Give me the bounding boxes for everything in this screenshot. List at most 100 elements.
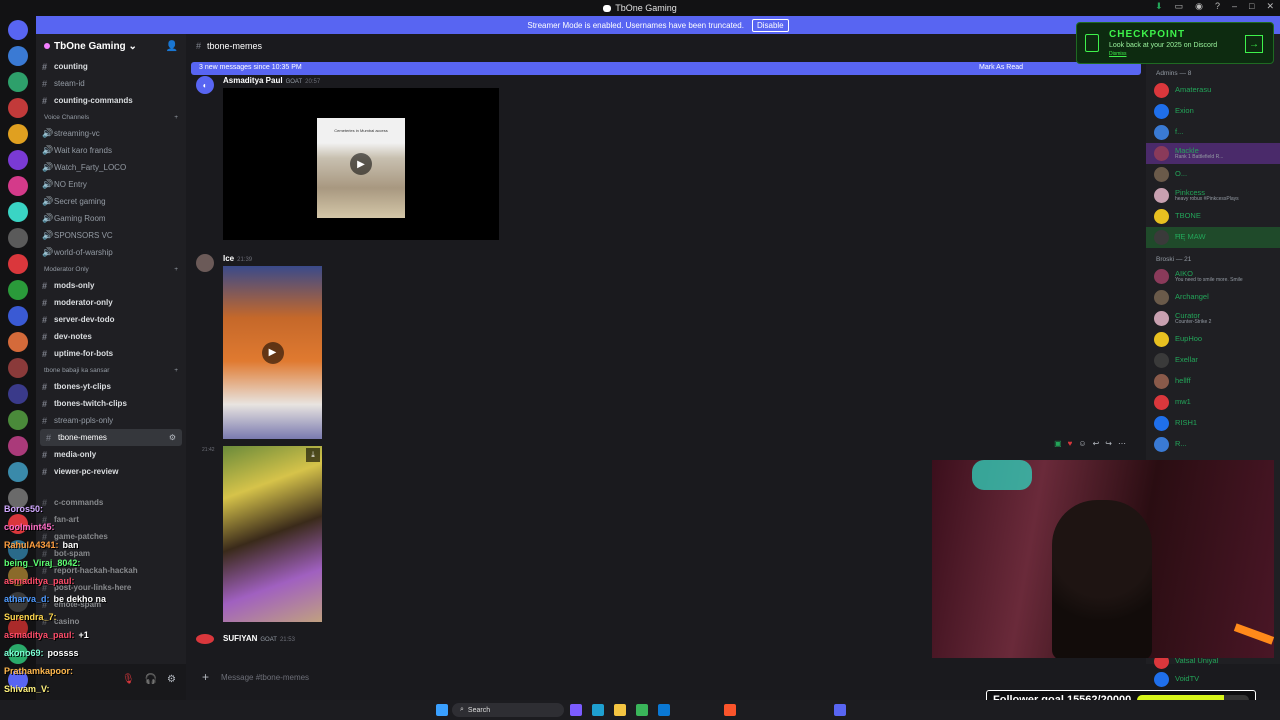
- member-item[interactable]: Pinkcess heavy robux #PinkcessPlays: [1146, 185, 1280, 206]
- reply-icon[interactable]: ↩: [1093, 439, 1100, 448]
- app-icon-chrome[interactable]: [636, 704, 648, 716]
- channel-item[interactable]: # tbones-twitch-clips: [36, 395, 186, 412]
- member-item[interactable]: Amaterasu: [1146, 80, 1280, 101]
- heart-icon[interactable]: ♥: [1068, 439, 1073, 448]
- reaction-icon[interactable]: ▣: [1054, 439, 1062, 448]
- channel-settings-icon[interactable]: ⚙: [169, 433, 176, 442]
- voice-channel[interactable]: 🔊 Watch_Farty_LOCO: [36, 159, 186, 176]
- member-item[interactable]: Archangel: [1146, 287, 1280, 308]
- channel-item[interactable]: # counting: [36, 58, 186, 75]
- channel-item[interactable]: # server-dev-todo: [36, 311, 186, 328]
- server-icon[interactable]: [8, 358, 28, 378]
- app-icon-explorer[interactable]: [614, 704, 626, 716]
- member-item[interactable]: mw1: [1146, 392, 1280, 413]
- server-icon[interactable]: [8, 46, 28, 66]
- minimize-icon[interactable]: –: [1232, 1, 1237, 12]
- member-item[interactable]: ĦĘ MAW: [1146, 227, 1280, 248]
- member-item[interactable]: Curator Counter-Strike 2: [1146, 308, 1280, 329]
- member-item[interactable]: AIKO You need to smile more. Smile: [1146, 266, 1280, 287]
- plus-icon[interactable]: +: [174, 367, 178, 374]
- video-embed[interactable]: Cemeteries in Mumbai access ▶: [223, 88, 499, 240]
- voice-channel[interactable]: 🔊 Secret gaming: [36, 193, 186, 210]
- avatar[interactable]: [196, 254, 214, 272]
- server-header[interactable]: TbOne Gaming ⌄ 👤: [36, 34, 186, 58]
- channel-item[interactable]: # moderator-only: [36, 294, 186, 311]
- message-input[interactable]: Message #tbone-memes: [221, 673, 309, 682]
- message-author[interactable]: Asmaditya Paul GOAT 20:57: [223, 76, 320, 85]
- app-icon-edge[interactable]: [592, 704, 604, 716]
- member-item[interactable]: R...: [1146, 434, 1280, 455]
- channel-item[interactable]: # steam-id: [36, 75, 186, 92]
- voice-channel[interactable]: 🔊 Gaming Room: [36, 210, 186, 227]
- server-icon[interactable]: [8, 228, 28, 248]
- member-item[interactable]: TBONE: [1146, 206, 1280, 227]
- server-icon[interactable]: [8, 436, 28, 456]
- member-item[interactable]: O...: [1146, 164, 1280, 185]
- channel-item[interactable]: # tbones-yt-clips: [36, 378, 186, 395]
- server-icon[interactable]: [8, 462, 28, 482]
- maximize-icon[interactable]: □: [1249, 1, 1254, 12]
- emoji-icon[interactable]: ☺: [1078, 439, 1086, 448]
- server-icon[interactable]: [8, 176, 28, 196]
- channel-item[interactable]: # media-only: [36, 446, 186, 463]
- member-item[interactable]: f...: [1146, 122, 1280, 143]
- inbox-icon[interactable]: ⬇: [1155, 1, 1163, 12]
- voice-channel[interactable]: 🔊 NO Entry: [36, 176, 186, 193]
- author-name[interactable]: Asmaditya Paul: [223, 76, 283, 85]
- download-icon[interactable]: ⤓: [306, 448, 320, 462]
- server-icon[interactable]: [8, 98, 28, 118]
- server-icon[interactable]: [8, 124, 28, 144]
- voice-channel[interactable]: 🔊 Wait karo frands: [36, 142, 186, 159]
- channel-item[interactable]: # tbone-memes ⚙: [40, 429, 182, 446]
- more-icon[interactable]: ⋯: [1118, 439, 1126, 448]
- server-icon[interactable]: [8, 410, 28, 430]
- category-voice-channels[interactable]: Voice Channels +: [36, 109, 186, 125]
- category-moderator-only[interactable]: Moderator Only +: [36, 261, 186, 277]
- app-icon-copilot[interactable]: [570, 704, 582, 716]
- author-name[interactable]: SUFIYAN: [223, 634, 257, 643]
- app-icon-store[interactable]: [658, 704, 670, 716]
- channel-item[interactable]: # dev-notes: [36, 328, 186, 345]
- new-messages-bar[interactable]: 3 new messages since 10:35 PM Mark As Re…: [191, 62, 1141, 75]
- server-icon[interactable]: [8, 306, 28, 326]
- message-composer[interactable]: + Message #tbone-memes: [194, 666, 1139, 688]
- member-item[interactable]: VoidTV: [1146, 670, 1280, 688]
- voice-channel[interactable]: 🔊 world-of-warship: [36, 244, 186, 261]
- add-member-icon[interactable]: 👤: [166, 41, 178, 52]
- member-item[interactable]: Exion: [1146, 101, 1280, 122]
- avatar[interactable]: ◐: [196, 76, 214, 94]
- mark-as-read-button[interactable]: Mark As Read: [979, 64, 1023, 73]
- message-author[interactable]: SUFIYAN GOAT 21:53: [223, 634, 295, 643]
- member-item[interactable]: Mackle Rank 1 Battlefield R...: [1146, 143, 1280, 164]
- author-name[interactable]: Ice: [223, 254, 234, 263]
- taskbar-search[interactable]: ⌕ Search: [452, 703, 564, 717]
- member-item[interactable]: EupHoo: [1146, 329, 1280, 350]
- play-button[interactable]: ▶: [261, 341, 284, 364]
- member-item[interactable]: RISH1: [1146, 413, 1280, 434]
- avatar[interactable]: [196, 634, 214, 644]
- checkpoint-promo[interactable]: CHECKPOINT Look back at your 2025 on Dis…: [1076, 22, 1274, 64]
- server-icon[interactable]: [8, 150, 28, 170]
- category-tbone[interactable]: tbone babaji ka sansar +: [36, 362, 186, 378]
- video-embed[interactable]: ⤓: [223, 446, 322, 622]
- member-item[interactable]: hellff: [1146, 371, 1280, 392]
- add-attachment-icon[interactable]: +: [202, 670, 209, 684]
- server-icon[interactable]: [8, 202, 28, 222]
- channel-item[interactable]: # stream-ppls-only: [36, 412, 186, 429]
- channel-item[interactable]: # uptime-for-bots: [36, 345, 186, 362]
- server-icon[interactable]: [8, 280, 28, 300]
- monitor-icon[interactable]: ▭: [1175, 1, 1184, 12]
- forward-icon[interactable]: ↪: [1105, 439, 1112, 448]
- app-icon-discord[interactable]: [834, 704, 846, 716]
- close-icon[interactable]: ✕: [1266, 1, 1274, 12]
- help-icon[interactable]: ?: [1215, 1, 1220, 12]
- channel-item[interactable]: # mods-only: [36, 277, 186, 294]
- server-icon[interactable]: [8, 72, 28, 92]
- app-icon-brave[interactable]: [724, 704, 736, 716]
- server-icon[interactable]: [8, 384, 28, 404]
- server-icon[interactable]: [8, 20, 28, 40]
- voice-channel[interactable]: 🔊 SPONSORS VC: [36, 227, 186, 244]
- server-icon[interactable]: [8, 332, 28, 352]
- member-item[interactable]: Exellar: [1146, 350, 1280, 371]
- channel-item[interactable]: # counting-commands: [36, 92, 186, 109]
